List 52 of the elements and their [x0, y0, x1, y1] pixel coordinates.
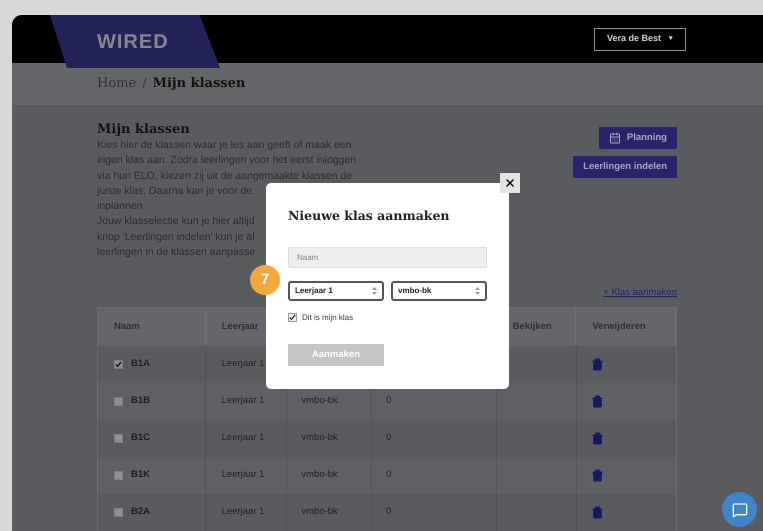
class-name: B1A: [131, 357, 150, 371]
sort-icon: [475, 286, 480, 295]
calendar-icon: [608, 132, 621, 144]
step-badge: 7: [250, 265, 280, 295]
column-header: Bekijken: [512, 320, 552, 334]
class-name: B1K: [131, 468, 150, 482]
action-button[interactable]: Leerlingen indelen: [573, 156, 677, 178]
sort-icon: [372, 286, 377, 295]
select-field[interactable]: vmbo-bk: [391, 280, 487, 301]
dialog-title: Nieuwe klas aanmaken: [288, 207, 450, 225]
checkbox[interactable]: [114, 470, 123, 480]
column-header: Verwijderen: [592, 320, 646, 334]
delete-icon[interactable]: [591, 432, 604, 445]
table-cell-text: vmbo-bk: [301, 468, 338, 482]
table-cell-text: Leerjaar 1: [222, 357, 264, 371]
table-cell-text: 0: [386, 505, 392, 519]
delete-icon[interactable]: [591, 468, 604, 482]
checkbox[interactable]: [114, 434, 123, 443]
column-header: Leerjaar: [222, 320, 259, 334]
table-cell-text: 0: [386, 431, 392, 445]
column-header: Naam: [114, 320, 140, 334]
breadcrumb-separator: /: [142, 75, 147, 94]
delete-icon[interactable]: [591, 358, 604, 371]
class-name: B1C: [131, 431, 150, 445]
table-cell-text: Leerjaar 1: [222, 468, 264, 482]
chat-button[interactable]: [722, 492, 757, 527]
breadcrumb-item: Mijn klassen: [152, 75, 246, 94]
table-cell-text: 0: [386, 394, 392, 408]
table-cell-text: 0: [386, 468, 392, 482]
close-button[interactable]: [500, 173, 520, 193]
table-cell-text: Leerjaar 1: [222, 431, 264, 445]
delete-icon[interactable]: [591, 506, 604, 519]
table-cell-text: Leerjaar 1: [222, 394, 264, 408]
table-cell-text: vmbo-bk: [301, 431, 338, 445]
select-field[interactable]: Leerjaar 1: [288, 280, 384, 301]
name-field[interactable]: Naam: [288, 246, 487, 268]
action-button[interactable]: Planning: [598, 127, 677, 149]
class-name: B2A: [131, 505, 150, 519]
checkbox[interactable]: [114, 360, 123, 369]
table-cell-text: Leerjaar 1: [222, 505, 264, 519]
chat-icon: [732, 502, 748, 518]
checkbox[interactable]: [114, 508, 123, 517]
checkbox[interactable]: [114, 396, 123, 406]
table-cell-text: vmbo-bk: [301, 394, 338, 408]
delete-icon[interactable]: [591, 394, 604, 408]
table-cell-text: vmbo-bk: [301, 505, 338, 519]
checkbox[interactable]: [288, 313, 297, 322]
class-name: B1B: [131, 394, 150, 408]
checkbox-label: Dit is mijn klas: [302, 312, 354, 324]
close-icon: [504, 177, 516, 189]
logo[interactable]: WIRED: [97, 27, 169, 57]
section-title: Mijn klassen: [97, 122, 190, 138]
